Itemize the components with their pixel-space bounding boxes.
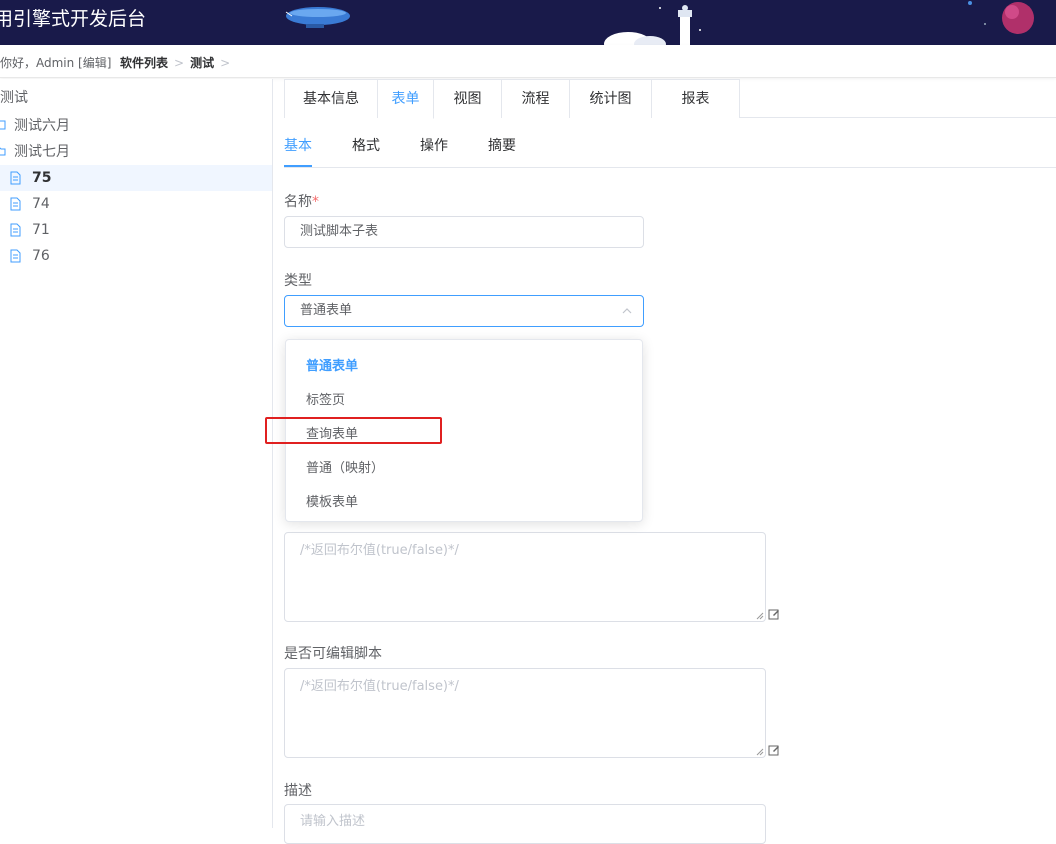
name-input[interactable]: 测试脚本子表 <box>284 216 644 248</box>
subtab-action[interactable]: 操作 <box>420 135 448 155</box>
tree-item-label: 测试六月 <box>14 118 70 134</box>
subtab-basic[interactable]: 基本 <box>284 135 312 155</box>
document-icon <box>10 249 21 263</box>
highlight-annotation <box>265 417 442 444</box>
document-icon <box>10 171 21 185</box>
description-label: 描述 <box>284 783 312 799</box>
tree-item-label: 76 <box>32 248 50 264</box>
subtab-format[interactable]: 格式 <box>352 135 380 155</box>
required-mark: * <box>312 194 319 210</box>
dropdown-option-normal-mapping[interactable]: 普通（映射） <box>306 457 384 476</box>
tree-item-july[interactable]: 测试七月 <box>0 139 272 165</box>
type-select[interactable]: 普通表单 <box>284 295 644 327</box>
sidebar-tree: 测试 测试六月 测试七月 75 74 71 76 <box>0 79 273 828</box>
tree-item-75[interactable]: 75 <box>0 165 272 191</box>
breadcrumb-item-current[interactable]: 测试 <box>190 56 214 70</box>
folder-icon <box>0 120 6 130</box>
resize-handle-icon[interactable] <box>756 748 764 756</box>
user-greeting[interactable]: 你好，Admin [编辑] <box>0 54 111 71</box>
chevron-up-icon <box>622 308 632 314</box>
tree-item-74[interactable]: 74 <box>0 191 272 217</box>
tree-item-71[interactable]: 71 <box>0 217 272 243</box>
tree-item-label: 71 <box>32 222 50 238</box>
breadcrumb-item-software-list[interactable]: 软件列表 <box>120 56 168 70</box>
tree-item-76[interactable]: 76 <box>0 243 272 269</box>
breadcrumb-bar: 你好，Admin [编辑] 软件列表 > 测试 > <box>0 45 1056 78</box>
main-tabs: 基本信息 表单 视图 流程 统计图 报表 <box>284 79 1056 119</box>
description-input[interactable]: 请输入描述 <box>284 804 766 844</box>
name-label: 名称* <box>284 191 319 211</box>
description-placeholder: 请输入描述 <box>300 814 366 829</box>
subtab-summary[interactable]: 摘要 <box>488 135 516 155</box>
sub-tabs: 基本 格式 操作 摘要 <box>284 119 1056 168</box>
tree-item-label: 74 <box>32 196 50 212</box>
type-select-value: 普通表单 <box>300 303 353 318</box>
top-header: 用引擎式开发后台 <box>0 0 1056 45</box>
tree-root[interactable]: 测试 <box>0 85 272 111</box>
script-textarea-1-placeholder: /*返回布尔值(true/false)*/ <box>300 543 459 558</box>
breadcrumb-separator-icon: > <box>174 56 185 70</box>
folder-open-icon <box>0 147 6 156</box>
document-icon <box>10 197 21 211</box>
tree-item-label: 测试七月 <box>14 144 70 160</box>
document-icon <box>10 223 21 237</box>
tab-report[interactable]: 报表 <box>652 79 740 118</box>
edit-icon[interactable] <box>768 608 780 620</box>
script-textarea-2-placeholder: /*返回布尔值(true/false)*/ <box>300 679 459 694</box>
dropdown-option-normal-form[interactable]: 普通表单 <box>306 355 358 374</box>
resize-handle-icon[interactable] <box>756 612 764 620</box>
tab-view[interactable]: 视图 <box>434 79 502 118</box>
tree-root-label: 测试 <box>0 90 28 106</box>
breadcrumb: 软件列表 > 测试 > <box>120 54 236 71</box>
type-label: 类型 <box>284 273 312 289</box>
tree-item-june[interactable]: 测试六月 <box>0 113 272 139</box>
header-decoration-icon <box>285 1 1034 45</box>
tab-basic-info[interactable]: 基本信息 <box>284 79 378 118</box>
breadcrumb-separator-icon: > <box>220 56 231 70</box>
dropdown-option-tab-page[interactable]: 标签页 <box>306 389 345 408</box>
name-label-text: 名称 <box>284 194 312 210</box>
dropdown-option-template-form[interactable]: 模板表单 <box>306 491 358 510</box>
edit-icon[interactable] <box>768 744 780 756</box>
script-textarea-1[interactable]: /*返回布尔值(true/false)*/ <box>284 532 766 622</box>
script-textarea-2[interactable]: /*返回布尔值(true/false)*/ <box>284 668 766 758</box>
subtab-active-indicator <box>284 165 312 167</box>
tab-flow[interactable]: 流程 <box>502 79 570 118</box>
tree-item-label: 75 <box>32 170 52 186</box>
editable-script-label: 是否可编辑脚本 <box>284 646 382 662</box>
app-title: 用引擎式开发后台 <box>0 8 147 30</box>
tab-stat-chart[interactable]: 统计图 <box>570 79 652 118</box>
tab-form[interactable]: 表单 <box>378 79 434 119</box>
